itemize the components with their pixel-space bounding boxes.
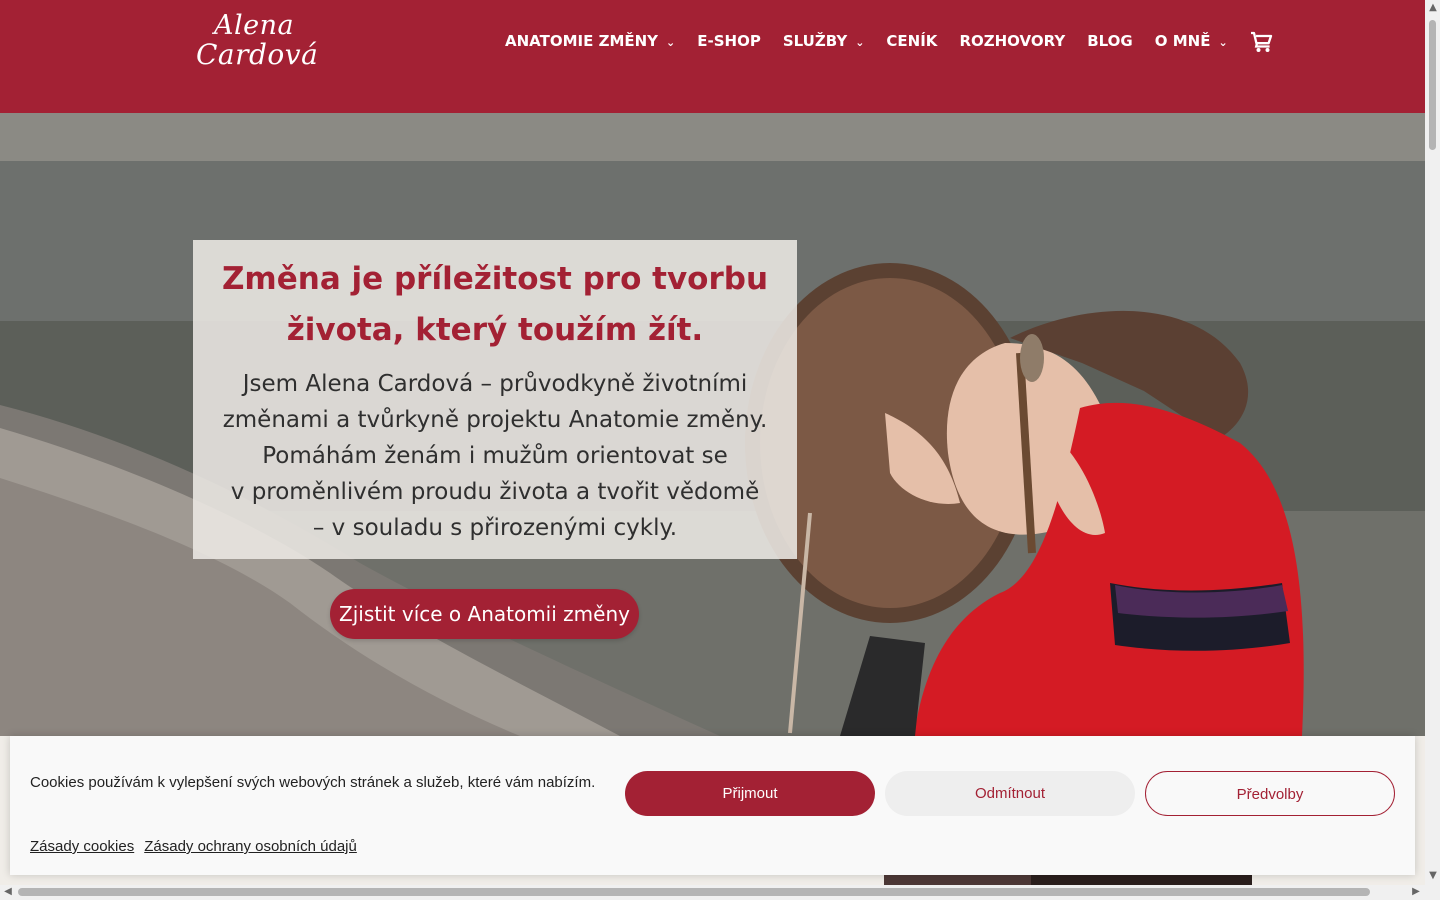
chevron-down-icon: ⌄ — [855, 35, 865, 49]
hero-text-line: změnami a tvůrkyně projektu Anatomie změ… — [222, 407, 768, 433]
chevron-down-icon: ⌄ — [1218, 35, 1228, 49]
main-navigation: ANATOMIE ZMĚNY ⌄ E-SHOP SLUŽBY ⌄ CENÍK R… — [505, 28, 1272, 54]
cookie-policy-links: Zásady cookies Zásady ochrany osobních ú… — [30, 837, 357, 857]
hero-text-box: Změna je příležitost pro tvorbu života, … — [193, 240, 797, 559]
nav-item-rozhovory[interactable]: ROZHOVORY — [959, 28, 1065, 54]
cookie-message: Cookies používám k vylepšení svých webov… — [30, 774, 596, 791]
cookie-preferences-button[interactable]: Předvolby — [1145, 771, 1395, 816]
nav-item-blog[interactable]: BLOG — [1087, 28, 1133, 54]
hero-section: Změna je příležitost pro tvorbu života, … — [0, 113, 1425, 736]
vertical-scroll-thumb[interactable] — [1429, 20, 1436, 150]
scroll-up-arrow-icon[interactable]: ▲ — [1426, 1, 1440, 15]
horizontal-scroll-thumb[interactable] — [18, 888, 1370, 896]
hero-text-line: – v souladu s přirozenými cykly. — [312, 515, 678, 541]
nav-item-label: ANATOMIE ZMĚNY — [505, 32, 659, 50]
nav-item-anatomie-zmeny[interactable]: ANATOMIE ZMĚNY ⌄ — [505, 28, 675, 54]
hero-text-line: Jsem Alena Cardová – průvodkyně životním… — [242, 371, 748, 397]
hero-text-line: Pomáhám ženám i mužům orientovat se — [262, 443, 728, 469]
cookie-consent-banner: Cookies používám k vylepšení svých webov… — [10, 736, 1415, 875]
scroll-down-arrow-icon[interactable]: ▼ — [1426, 869, 1440, 883]
nav-item-label: O MNĚ — [1154, 32, 1211, 50]
hero-text-line: v proměnlivém proudu života a tvořit věd… — [230, 479, 760, 505]
learn-more-button[interactable]: Zjistit více o Anatomii změny — [330, 589, 639, 639]
site-header: Alena Cardová ANATOMIE ZMĚNY ⌄ E-SHOP SL… — [0, 0, 1425, 113]
hero-heading: Změna je příležitost pro tvorbu života, … — [193, 254, 797, 356]
scroll-left-arrow-icon[interactable]: ◀ — [2, 885, 14, 899]
nav-item-sluzby[interactable]: SLUŽBY ⌄ — [783, 28, 865, 54]
cookie-policy-link[interactable]: Zásady cookies — [30, 837, 134, 857]
nav-item-label: E-SHOP — [697, 32, 761, 50]
privacy-policy-link[interactable]: Zásady ochrany osobních údajů — [144, 837, 357, 857]
nav-item-label: CENÍK — [886, 32, 938, 50]
nav-item-eshop[interactable]: E-SHOP — [697, 28, 761, 54]
chevron-down-icon: ⌄ — [666, 35, 676, 49]
hero-description: Jsem Alena Cardová – průvodkyně životním… — [211, 366, 779, 546]
nav-item-o-mne[interactable]: O MNĚ ⌄ — [1155, 28, 1228, 54]
brand-logo[interactable]: Alena Cardová — [196, 8, 318, 78]
accept-cookies-button[interactable]: Přijmout — [625, 771, 875, 816]
nav-item-label: ROZHOVORY — [959, 32, 1066, 50]
shopping-cart-icon[interactable] — [1250, 31, 1272, 53]
scroll-right-arrow-icon[interactable]: ▶ — [1410, 885, 1422, 899]
reject-cookies-button[interactable]: Odmítnout — [885, 771, 1135, 816]
nav-item-label: SLUŽBY — [782, 32, 848, 50]
brand-line-2: Cardová — [196, 38, 319, 71]
nav-item-label: BLOG — [1087, 32, 1133, 50]
brand-line-1: Alena — [214, 10, 295, 41]
hero-heading-line-2: života, který toužím žít. — [286, 312, 704, 348]
nav-item-cenik[interactable]: CENÍK — [886, 28, 937, 54]
hero-heading-line-1: Změna je příležitost pro tvorbu — [221, 261, 769, 297]
